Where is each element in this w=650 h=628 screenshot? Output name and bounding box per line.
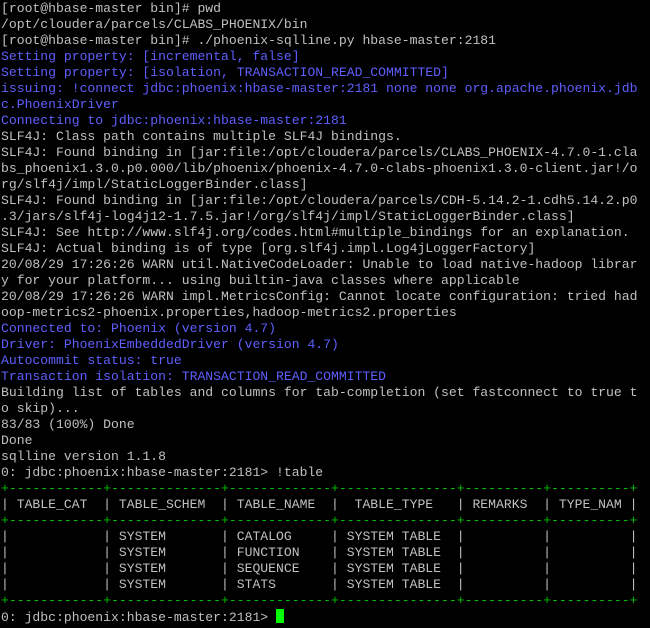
terminal-line: SLF4J: Actual binding is of type [org.sl…	[1, 241, 536, 256]
terminal-line: | TABLE_CAT | TABLE_SCHEM | TABLE_NAME |…	[1, 497, 638, 512]
table-border-line: +------------+--------------+-----------…	[1, 513, 638, 528]
terminal-line: sqlline version 1.1.8	[1, 449, 167, 464]
terminal-line: Transaction isolation: TRANSACTION_READ_…	[1, 369, 387, 384]
terminal-line: rg/slf4j/impl/StaticLoggerBinder.class]	[1, 177, 308, 192]
terminal-line: .3/jars/slf4j-log4j12-1.7.5.jar!/org/slf…	[1, 209, 575, 224]
command-prompt-line[interactable]: 0: jdbc:phoenix:hbase-master:2181>	[1, 609, 650, 625]
terminal-window[interactable]: [root@hbase-master bin]# pwd/opt/clouder…	[0, 0, 650, 628]
terminal-line: | | SYSTEM | STATS | SYSTEM TABLE | | |	[1, 577, 638, 592]
table-border-line: +------------+--------------+-----------…	[1, 593, 638, 608]
terminal-line: Building list of tables and columns for …	[1, 385, 638, 400]
terminal-line: 83/83 (100%) Done	[1, 417, 135, 432]
text-cursor[interactable]	[276, 609, 285, 623]
terminal-line: Setting property: [isolation, TRANSACTIO…	[1, 65, 449, 80]
terminal-line: Driver: PhoenixEmbeddedDriver (version 4…	[1, 337, 339, 352]
terminal-line: [root@hbase-master bin]# ./phoenix-sqlli…	[1, 33, 497, 48]
terminal-line: SLF4J: Found binding in [jar:file:/opt/c…	[1, 193, 638, 208]
terminal-line: SLF4J: Found binding in [jar:file:/opt/c…	[1, 145, 638, 160]
terminal-output: [root@hbase-master bin]# pwd/opt/clouder…	[1, 1, 650, 625]
terminal-line: SLF4J: Class path contains multiple SLF4…	[1, 129, 402, 144]
terminal-line: | | SYSTEM | FUNCTION | SYSTEM TABLE | |…	[1, 545, 638, 560]
terminal-line: c.PhoenixDriver	[1, 97, 119, 112]
terminal-line: Done	[1, 433, 33, 448]
terminal-line: Connecting to jdbc:phoenix:hbase-master:…	[1, 113, 347, 128]
terminal-line: /opt/cloudera/parcels/CLABS_PHOENIX/bin	[1, 17, 308, 32]
terminal-line: | | SYSTEM | CATALOG | SYSTEM TABLE | | …	[1, 529, 638, 544]
terminal-line: bs_phoenix1.3.0.p0.000/lib/phoenix/phoen…	[1, 161, 638, 176]
terminal-line: oop-metrics2-phoenix.properties,hadoop-m…	[1, 305, 457, 320]
terminal-line: Connected to: Phoenix (version 4.7)	[1, 321, 277, 336]
prompt-text: 0: jdbc:phoenix:hbase-master:2181>	[1, 610, 277, 625]
terminal-line: [root@hbase-master bin]# pwd	[1, 1, 222, 16]
terminal-line: Autocommit status: true	[1, 353, 182, 368]
terminal-line: 0: jdbc:phoenix:hbase-master:2181> !tabl…	[1, 465, 324, 480]
terminal-line: y for your platform... using builtin-jav…	[1, 273, 520, 288]
terminal-line: issuing: !connect jdbc:phoenix:hbase-mas…	[1, 81, 638, 96]
terminal-line: | | SYSTEM | SEQUENCE | SYSTEM TABLE | |…	[1, 561, 638, 576]
terminal-line: 20/08/29 17:26:26 WARN util.NativeCodeLo…	[1, 257, 638, 272]
terminal-line: SLF4J: See http://www.slf4j.org/codes.ht…	[1, 225, 630, 240]
terminal-line: Setting property: [incremental, false]	[1, 49, 300, 64]
table-border-line: +------------+--------------+-----------…	[1, 481, 638, 496]
terminal-line: o skip)...	[1, 401, 80, 416]
terminal-line: 20/08/29 17:26:26 WARN impl.MetricsConfi…	[1, 289, 638, 304]
